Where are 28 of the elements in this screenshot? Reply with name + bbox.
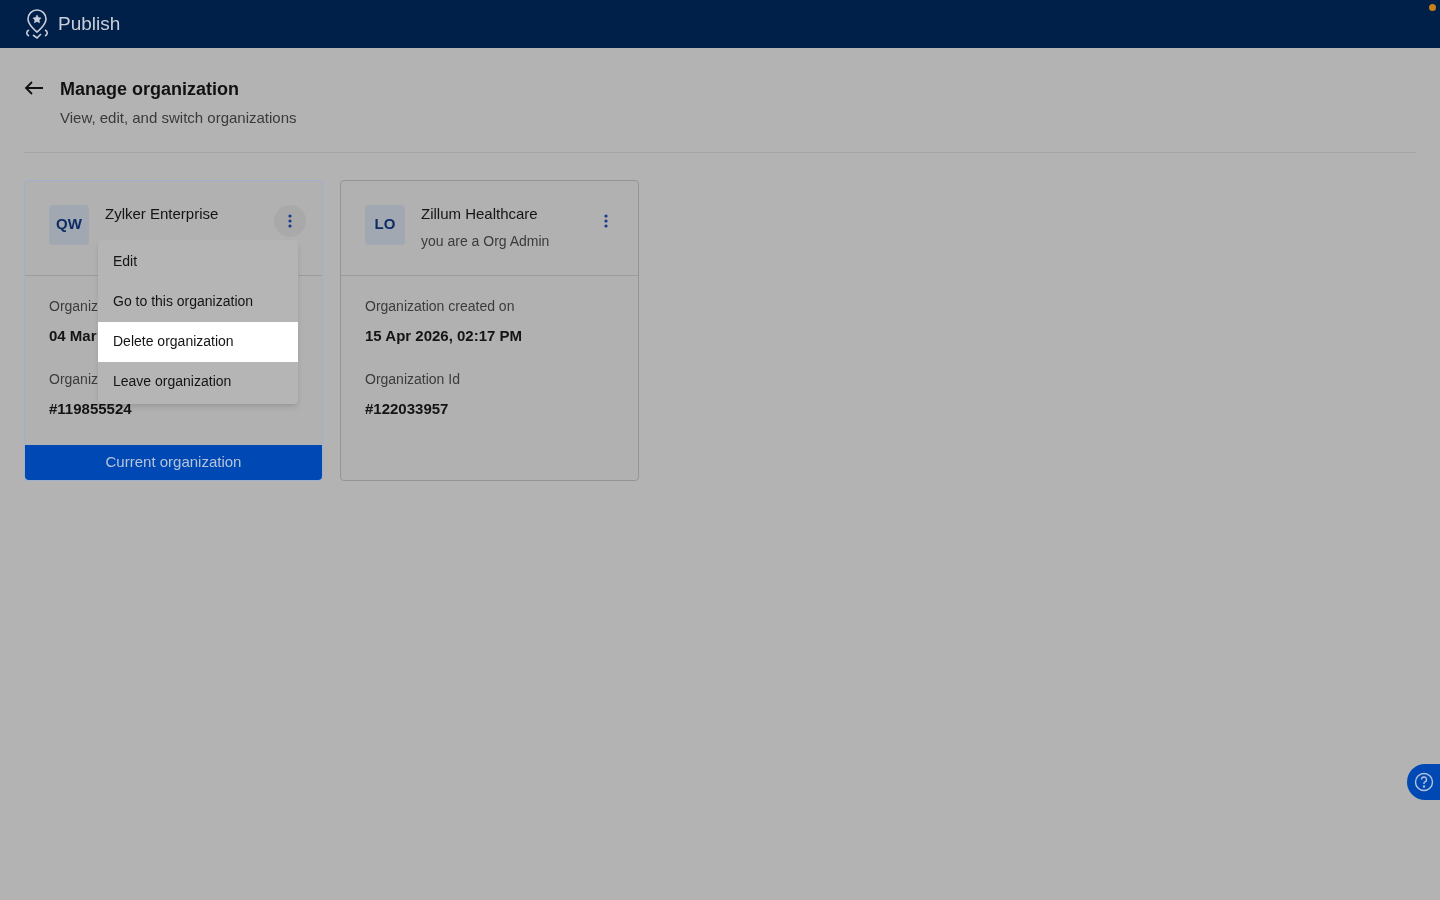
field-value: #122033957	[365, 399, 449, 419]
more-vertical-icon	[288, 213, 292, 228]
page-subtitle: View, edit, and switch organizations	[60, 108, 297, 128]
field-value: 15 Apr 2026, 02:17 PM	[365, 325, 523, 346]
organization-name: Zylker Enterprise	[105, 203, 219, 224]
organization-role: you are a Org Admin	[421, 232, 550, 251]
field-value: #119855524	[49, 399, 132, 419]
field-label: Organiz	[49, 296, 99, 316]
menu-item[interactable]: Delete organization	[98, 321, 298, 362]
more-vertical-icon	[604, 213, 608, 228]
menu-item[interactable]: Edit	[98, 241, 298, 282]
menu-item[interactable]: Leave organization	[98, 361, 298, 402]
field-label: Organization Id	[365, 370, 460, 389]
organization-name: Zillum Healthcare	[421, 203, 539, 224]
organization-avatar: QW	[49, 204, 89, 245]
field-label: Organiz	[49, 370, 99, 389]
back-button[interactable]	[24, 80, 44, 96]
badge-pin-icon	[24, 8, 50, 40]
menu-item[interactable]: Go to this organization	[98, 281, 298, 322]
help-button[interactable]	[1407, 764, 1440, 800]
field-label: Organization created on	[365, 296, 515, 316]
app-name: Publish	[58, 11, 121, 36]
current-organization-bar: Current organization	[25, 444, 322, 480]
field-value: 04 Mar	[49, 325, 97, 346]
organization-avatar: LO	[365, 204, 405, 245]
help-icon	[1413, 772, 1434, 792]
back-arrow-icon	[24, 80, 44, 96]
page-title: Manage organization	[60, 78, 240, 101]
